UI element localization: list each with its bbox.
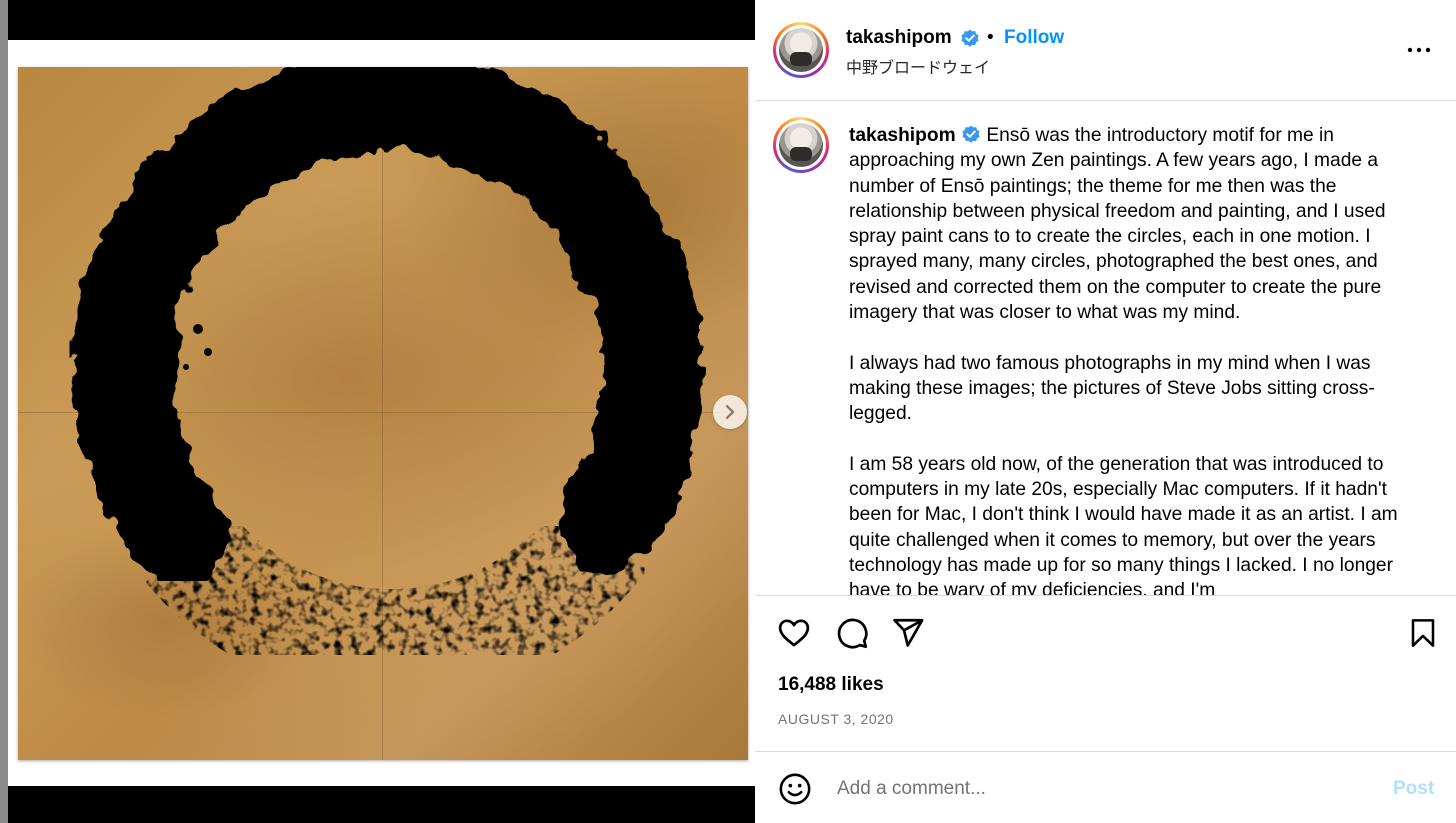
follow-button[interactable]: Follow xyxy=(1004,27,1064,49)
caption-username[interactable]: takashipom xyxy=(849,125,956,146)
verified-badge-icon xyxy=(961,29,979,47)
enso-circle xyxy=(72,67,703,700)
post-header: takashipom • Follow 中野ブロードウェイ xyxy=(755,0,1456,101)
caption-text: takashipom Ensō was the introductory mot… xyxy=(849,123,1424,595)
bookmark-icon[interactable] xyxy=(1407,616,1439,650)
more-options-icon[interactable] xyxy=(1405,38,1433,62)
avatar[interactable] xyxy=(773,117,829,173)
username-link[interactable]: takashipom xyxy=(846,27,952,49)
smiley-icon[interactable] xyxy=(778,772,812,806)
comment-input[interactable] xyxy=(835,773,1359,805)
location-link[interactable]: 中野ブロードウェイ xyxy=(846,54,990,78)
caption-paragraph: I always had two famous photographs in m… xyxy=(849,352,1375,425)
post-comment-button[interactable]: Post xyxy=(1393,778,1434,800)
caption-section: takashipom Ensō was the introductory mot… xyxy=(755,101,1456,595)
caption-paragraph: takashipom Ensō was the introductory mot… xyxy=(849,123,1424,325)
verified-badge-icon xyxy=(962,125,980,143)
avatar[interactable] xyxy=(773,22,829,78)
post-actions: 16,488 likes AUGUST 3, 2020 xyxy=(755,595,1456,752)
post-media xyxy=(8,0,755,823)
comment-bubble-icon[interactable] xyxy=(835,616,869,650)
chevron-right-icon xyxy=(725,405,735,419)
caption-paragraph-text: Ensō was the introductory motif for me i… xyxy=(849,125,1386,324)
caption-paragraph: I am 58 years old now, of the generation… xyxy=(849,453,1398,595)
heart-icon[interactable] xyxy=(777,616,811,650)
separator-dot: • xyxy=(987,27,994,48)
paper-plane-icon[interactable] xyxy=(891,616,925,650)
post-date[interactable]: AUGUST 3, 2020 xyxy=(778,711,894,727)
post-side-panel: takashipom • Follow 中野ブロードウェイ takashipom… xyxy=(755,0,1456,823)
next-image-button[interactable] xyxy=(713,395,747,429)
comment-bar: Post xyxy=(755,751,1456,823)
likes-count[interactable]: 16,488 likes xyxy=(778,674,884,696)
enso-artwork xyxy=(18,67,748,760)
